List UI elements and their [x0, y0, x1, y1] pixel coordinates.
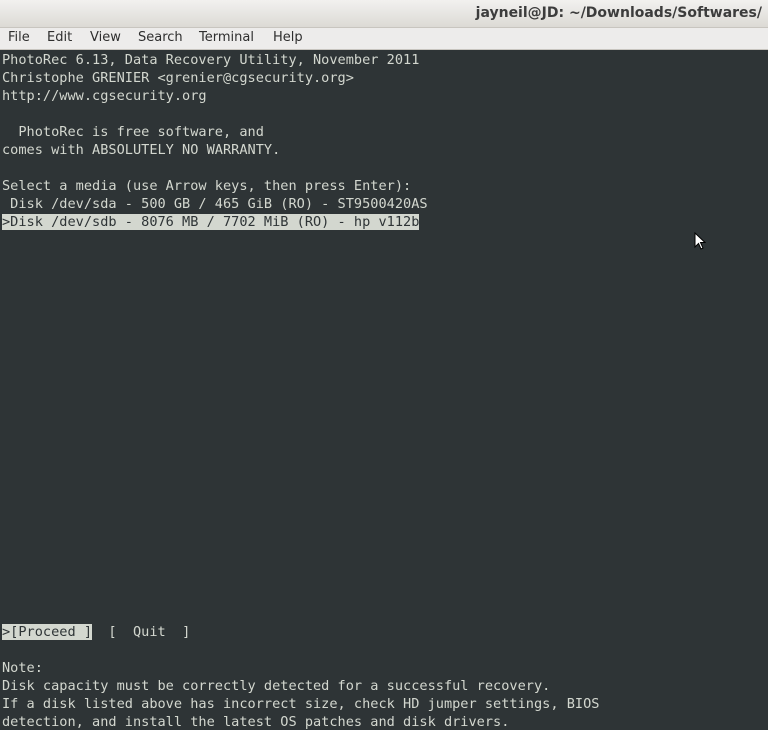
menu-bar: File Edit View Search Terminal Help — [0, 28, 768, 50]
action-spacer — [92, 624, 108, 640]
proceed-button[interactable]: >[Proceed ] — [2, 624, 93, 640]
menu-search[interactable]: Search — [138, 30, 183, 45]
media-prompt: Select a media (use Arrow keys, then pre… — [2, 178, 412, 194]
note-line: If a disk listed above has incorrect siz… — [2, 696, 600, 712]
license-line: PhotoRec is free software, and — [2, 124, 264, 140]
action-row: >[Proceed ] [ Quit ] — [2, 623, 190, 641]
header-line: Christophe GRENIER <grenier@cgsecurity.o… — [2, 70, 354, 86]
menu-edit[interactable]: Edit — [47, 30, 72, 45]
quit-button[interactable]: [ Quit ] — [108, 624, 190, 640]
title-bar[interactable]: jayneil@JD: ~/Downloads/Softwares/ — [0, 0, 768, 28]
menu-file[interactable]: File — [8, 30, 30, 45]
terminal-screen[interactable]: PhotoRec 6.13, Data Recovery Utility, No… — [0, 50, 768, 730]
note-line: Disk capacity must be correctly detected… — [2, 678, 551, 694]
disk-option-sdb[interactable]: >Disk /dev/sdb - 8076 MB / 7702 MiB (RO)… — [2, 214, 420, 230]
window-title: jayneil@JD: ~/Downloads/Softwares/ — [475, 5, 762, 21]
menu-view[interactable]: View — [90, 30, 121, 45]
license-line: comes with ABSOLUTELY NO WARRANTY. — [2, 142, 281, 158]
note-line: detection, and install the latest OS pat… — [2, 714, 510, 730]
menu-terminal[interactable]: Terminal — [199, 30, 254, 45]
header-line: PhotoRec 6.13, Data Recovery Utility, No… — [2, 52, 420, 68]
disk-option-sdb-row: >Disk /dev/sdb - 8076 MB / 7702 MiB (RO)… — [2, 213, 420, 231]
header-line: http://www.cgsecurity.org — [2, 88, 207, 104]
disk-option-sda[interactable]: Disk /dev/sda - 500 GB / 465 GiB (RO) - … — [2, 195, 427, 213]
mouse-pointer-icon — [694, 232, 706, 250]
note-line: Note: — [2, 660, 43, 676]
menu-help[interactable]: Help — [273, 30, 303, 45]
